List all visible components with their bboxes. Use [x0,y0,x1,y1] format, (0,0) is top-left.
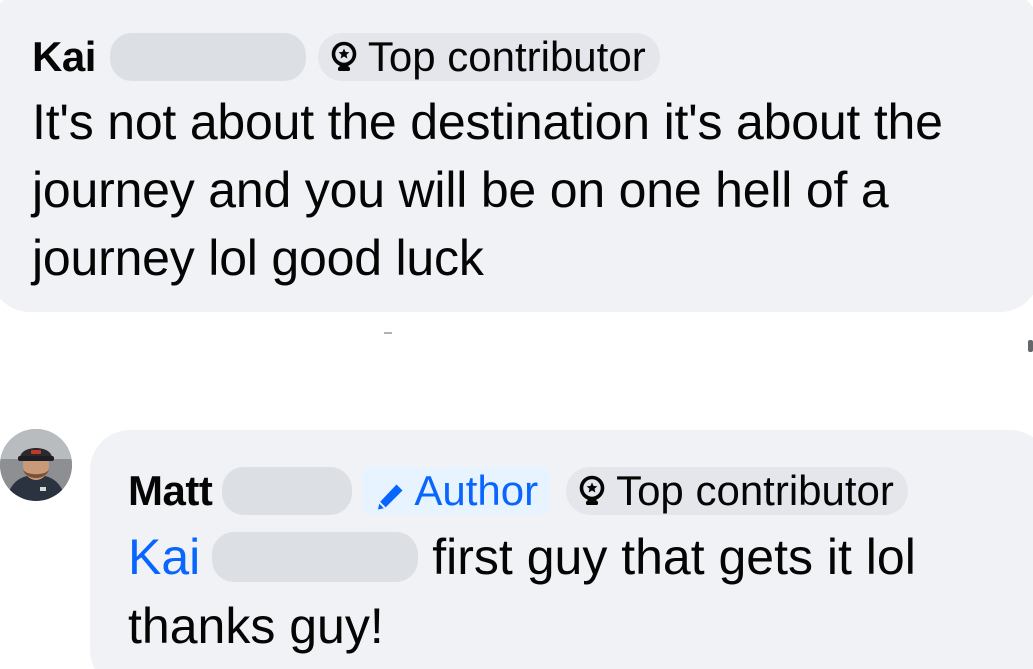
award-ribbon-icon [330,39,358,75]
reply-text-line: Kai first guy that gets it lol [128,522,916,592]
author-badge-label: Author [414,467,539,514]
top-contributor-label: Top contributor [616,467,894,514]
award-ribbon-icon [578,473,606,509]
redacted-mention-surname [212,532,419,582]
author-badge[interactable]: Author [362,467,551,515]
reply-author-name[interactable]: Matt [128,464,213,518]
comment-author-name[interactable]: Kai [32,30,96,84]
top-contributor-badge[interactable]: Top contributor [566,467,908,515]
reply-header: Matt Author Top contributor [128,462,908,520]
edge-indicator [1028,340,1033,352]
divider-mark [384,332,392,334]
redacted-surname [109,33,306,81]
redacted-surname [222,467,353,515]
comment-text: It's not about the destination it's abou… [32,94,943,286]
reply-text: first guy that gets it lol [432,529,916,585]
avatar[interactable] [0,429,72,501]
top-contributor-badge[interactable]: Top contributor [317,33,660,81]
comment-header: Kai Top contributor [32,30,660,84]
reply-text-continued: thanks guy! [128,598,384,654]
mention-link[interactable]: Kai [128,523,200,591]
comment-thread: Kai Top contributor It's not about the d… [0,0,1033,669]
top-contributor-label: Top contributor [367,33,646,80]
pencil-icon [374,475,406,510]
